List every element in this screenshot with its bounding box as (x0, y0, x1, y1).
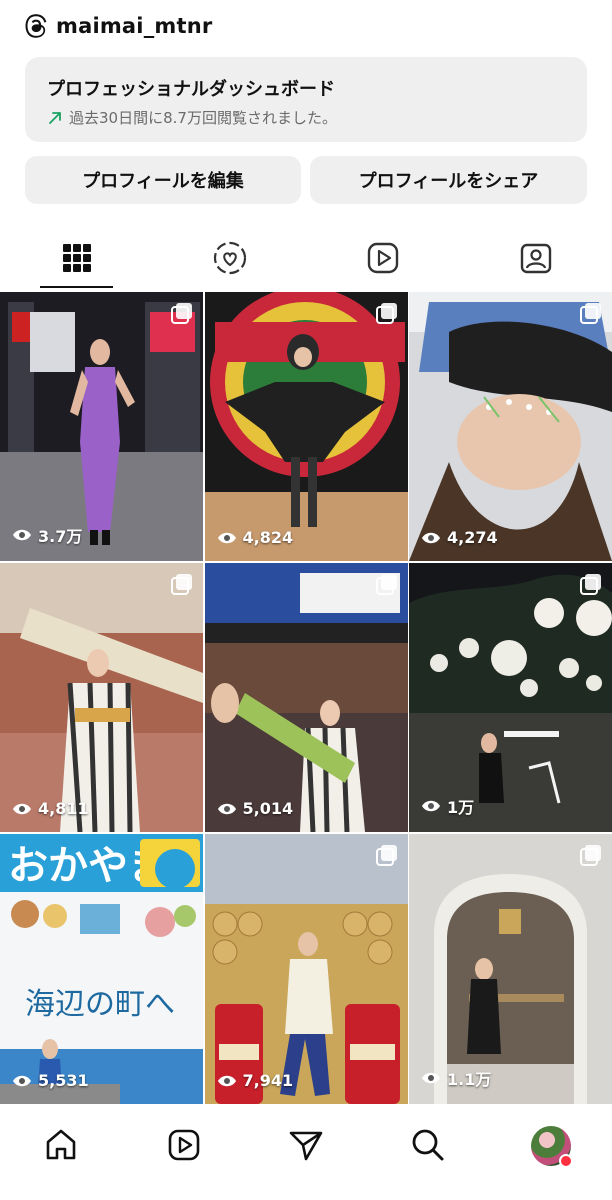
play-icon (367, 242, 398, 274)
eye-icon (217, 532, 236, 543)
view-count: 7,941 (217, 1071, 294, 1090)
view-count-text: 5,014 (242, 799, 294, 818)
multiple-posts-icon (580, 845, 601, 866)
edit-profile-button[interactable]: プロフィールを編集 (25, 156, 301, 204)
nav-home[interactable] (0, 1126, 122, 1164)
view-count-text: 4,824 (242, 528, 294, 547)
tab-posts[interactable] (0, 228, 153, 288)
posts-grid: 3.7万 4,824 4,274 4,811 5,014 1万 おかやま 海辺の… (0, 292, 612, 1106)
post-thumbnail[interactable]: 4,274 (409, 292, 612, 561)
post-thumbnail[interactable]: 7,941 (204, 834, 408, 1104)
eye-icon (13, 803, 31, 814)
tab-reels[interactable] (306, 228, 459, 288)
nav-profile[interactable] (490, 1126, 612, 1168)
professional-dashboard-card[interactable]: プロフェッショナルダッシュボード 過去30日間に8.7万回閲覧されました。 (25, 57, 587, 142)
multiple-posts-icon (375, 574, 397, 595)
view-count: 1.1万 (421, 1066, 491, 1090)
nav-messages[interactable] (245, 1126, 367, 1164)
grid-icon (62, 244, 91, 272)
eye-icon (217, 803, 236, 814)
post-thumbnail[interactable]: 3.7万 (0, 292, 203, 561)
view-count-text: 1.1万 (447, 1070, 492, 1089)
threads-icon[interactable] (24, 14, 48, 38)
view-count: 4,811 (12, 799, 89, 818)
tab-reposts[interactable] (153, 228, 306, 288)
send-icon (289, 1131, 323, 1161)
dashboard-subtitle: 過去30日間に8.7万回閲覧されました。 (69, 109, 337, 127)
eye-icon (217, 1075, 236, 1086)
post-thumbnail[interactable]: おかやま 海辺の町へ 5,531 (0, 834, 203, 1104)
multiple-posts-icon (171, 574, 192, 595)
nav-search[interactable] (367, 1126, 489, 1164)
post-thumbnail[interactable]: 4,824 (204, 292, 408, 561)
tagged-icon (520, 243, 551, 274)
post-photo (409, 563, 612, 832)
view-count: 1万 (421, 794, 474, 818)
multiple-posts-icon (171, 303, 192, 324)
view-count: 4,824 (217, 528, 294, 547)
eye-icon (13, 529, 31, 541)
reels-icon (168, 1129, 199, 1161)
multiple-posts-icon (375, 845, 397, 866)
multiple-posts-icon (580, 303, 601, 324)
eye-icon (422, 532, 440, 543)
dashboard-stats: 過去30日間に8.7万回閲覧されました。 (47, 107, 565, 128)
post-photo (204, 834, 408, 1104)
view-count-text: 4,811 (38, 799, 89, 818)
eye-icon (13, 1075, 31, 1086)
post-thumbnail[interactable]: 1万 (409, 563, 612, 832)
dashboard-title: プロフェッショナルダッシュボード (47, 79, 335, 100)
post-photo (204, 292, 408, 561)
post-thumbnail[interactable]: 4,811 (0, 563, 203, 832)
trend-arrow-icon (49, 111, 61, 124)
top-bar: maimai_mtnr (0, 0, 612, 52)
post-photo (409, 292, 612, 561)
view-count-text: 4,274 (447, 528, 498, 547)
eye-icon (422, 1072, 440, 1084)
reels-heart-icon (213, 241, 246, 275)
view-count-text: 5,531 (38, 1071, 89, 1090)
post-thumbnail[interactable]: 1.1万 (409, 834, 612, 1104)
view-count-text: 3.7万 (38, 527, 83, 546)
username[interactable]: maimai_mtnr (56, 14, 212, 38)
view-count-text: 1万 (447, 798, 475, 817)
svg-text:海辺の町へ: 海辺の町へ (25, 987, 175, 1022)
bottom-navigation (0, 1106, 612, 1200)
post-photo (204, 563, 408, 832)
post-photo: おかやま 海辺の町へ (0, 834, 203, 1104)
post-photo (409, 834, 612, 1104)
view-count: 5,014 (217, 799, 294, 818)
post-thumbnail[interactable]: 5,014 (204, 563, 408, 832)
share-profile-button[interactable]: プロフィールをシェア (310, 156, 587, 204)
multiple-posts-icon (580, 574, 601, 595)
profile-tabs (0, 228, 612, 288)
search-icon (413, 1129, 444, 1161)
eye-icon (422, 800, 440, 812)
notification-dot (558, 1154, 573, 1168)
home-icon (46, 1129, 76, 1160)
view-count: 4,274 (421, 528, 498, 547)
multiple-posts-icon (375, 303, 397, 324)
post-photo (0, 292, 203, 561)
nav-reels[interactable] (122, 1126, 244, 1164)
tab-tagged[interactable] (459, 228, 612, 288)
profile-avatar (530, 1126, 573, 1168)
view-count: 3.7万 (12, 523, 82, 547)
view-count: 5,531 (12, 1071, 89, 1090)
post-photo (0, 563, 203, 832)
view-count-text: 7,941 (242, 1071, 294, 1090)
